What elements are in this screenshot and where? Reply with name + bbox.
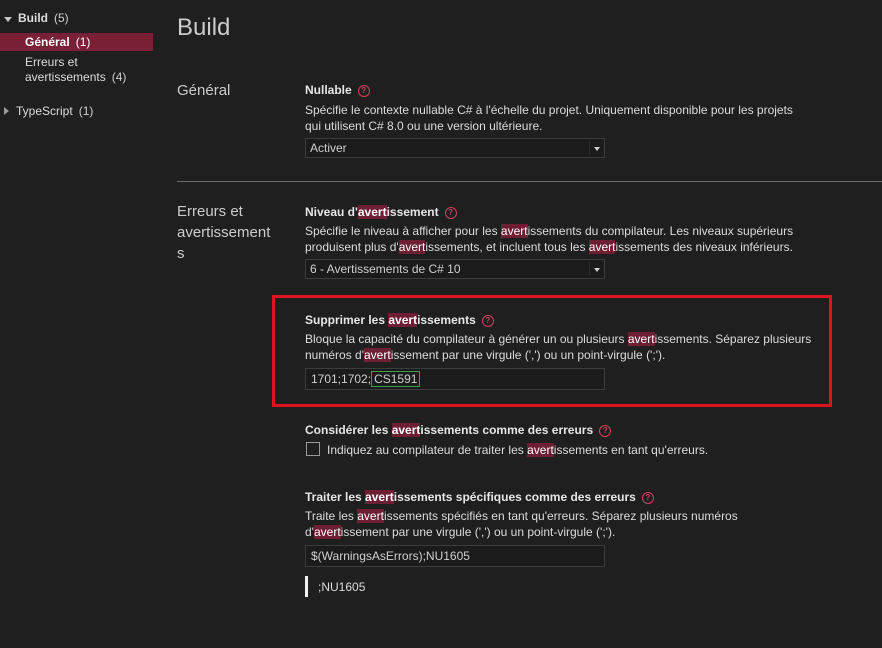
search-highlight: avert [588, 240, 616, 254]
chevron-down-icon[interactable] [594, 147, 600, 151]
desc-text: issement par une virgule (',') ou un poi… [340, 525, 616, 539]
section-label-errors-line3: s [177, 245, 185, 262]
section-label-errors: Erreurs et avertissement s [177, 201, 270, 264]
desc-text: issements des niveaux inférieurs. [615, 240, 793, 254]
desc-text: issements. Séparez plusieurs [654, 332, 812, 346]
nullable-select[interactable]: Activer [305, 138, 605, 158]
nullable-title-text: Nullable [305, 83, 352, 97]
tree-item-errors-warnings[interactable]: Erreurs et avertissements (4) [25, 55, 126, 89]
suppress-warnings-title: Supprimer les avertissements? [305, 313, 494, 327]
suppress-input-edit-token[interactable]: CS1591 [371, 371, 421, 387]
nullable-description: Spécifie le contexte nullable C# à l'éch… [305, 102, 805, 134]
desc-text: produisent plus d' [305, 240, 399, 254]
treat-title-pre: Considérer les [305, 423, 392, 437]
search-highlight: avert [365, 490, 394, 504]
treat-warnings-errors-label[interactable]: Indiquez au compilateur de traiter les a… [327, 442, 708, 458]
desc-text: issements en tant qu'erreurs. [553, 443, 709, 457]
help-icon[interactable]: ? [599, 425, 612, 437]
desc-text: issements du compilateur. Les niveaux su… [527, 224, 794, 238]
warning-level-description: Spécifie le niveau à afficher pour les a… [305, 223, 825, 255]
section-label-errors-line1: Erreurs et [177, 203, 243, 220]
desc-text: Bloque la capacité du compilateur à géné… [305, 332, 628, 346]
suppress-warnings-input[interactable]: 1701;1702; CS1591 [305, 368, 605, 390]
nullable-select-value: Activer [310, 141, 347, 155]
chevron-down-icon[interactable] [4, 17, 12, 22]
suppress-warnings-description: Bloque la capacité du compilateur à géné… [305, 331, 825, 363]
tree-item-general-label: Général [25, 35, 70, 49]
search-highlight: avert [500, 224, 528, 238]
desc-text: numéros d' [305, 348, 364, 362]
warning-level-select-value: 6 - Avertissements de C# 10 [310, 262, 461, 276]
desc-text: Traite les [305, 509, 358, 523]
section-label-general: Général [177, 82, 231, 99]
desc-text: issement par une virgule (',') ou un poi… [390, 348, 666, 362]
edit-indicator-bar [305, 576, 308, 597]
specific-warnings-description: Traite les avertissements spécifiés en t… [305, 508, 825, 540]
tree-item-general[interactable]: Général (1) [0, 33, 153, 51]
tree-item-typescript-label: TypeScript [16, 104, 73, 118]
suppress-input-value: 1701;1702; [311, 372, 372, 386]
select-separator [589, 262, 590, 276]
search-highlight: avert [357, 205, 387, 219]
treat-warnings-errors-title: Considérer les avertissements comme des … [305, 423, 612, 437]
tree-item-general-count: (1) [75, 35, 91, 49]
search-highlight: avert [357, 509, 384, 523]
nullable-desc-line1: Spécifie le contexte nullable C# à l'éch… [305, 103, 793, 117]
section-label-errors-line2: avertissement [177, 224, 271, 241]
warning-level-title-pre: Niveau d' [305, 205, 358, 219]
desc-text: d' [305, 525, 314, 539]
nullable-desc-line2: qui utilisent C# 8.0 ou une version ulté… [305, 119, 543, 133]
chevron-down-icon[interactable] [594, 268, 600, 272]
search-highlight: avert [313, 525, 341, 539]
search-highlight: avert [391, 423, 421, 437]
section-divider [177, 181, 882, 182]
search-highlight: avert [527, 443, 554, 457]
desc-text: Spécifie le niveau à afficher pour les [305, 224, 501, 238]
search-highlight: avert [398, 240, 426, 254]
suppress-title-post: issements [417, 313, 476, 327]
specific-warnings-title: Traiter les avertissements spécifiques c… [305, 490, 654, 504]
help-icon[interactable]: ? [357, 85, 370, 97]
warning-level-title: Niveau d'avertissement? [305, 205, 457, 219]
warning-level-title-post: issement [386, 205, 439, 219]
help-icon[interactable]: ? [641, 492, 654, 504]
specific-warnings-extra: ;NU1605 [318, 580, 366, 594]
nullable-title: Nullable? [305, 83, 370, 97]
specific-title-post: issements spécifiques comme des erreurs [393, 490, 636, 504]
help-icon[interactable]: ? [481, 315, 494, 327]
tree-item-errors-count: (4) [111, 70, 127, 84]
page-title: Build [177, 14, 231, 41]
chevron-right-icon[interactable] [4, 107, 9, 115]
tree-item-build-count: (5) [54, 11, 69, 25]
search-highlight: avert [364, 348, 391, 362]
treat-warnings-errors-checkbox[interactable] [306, 442, 320, 456]
tree-item-typescript-count: (1) [78, 104, 94, 118]
search-highlight: avert [388, 313, 418, 327]
tree-item-build-label: Build [18, 11, 48, 25]
specific-input-value: $(WarningsAsErrors);NU1605 [311, 549, 470, 563]
desc-text: Indiquez au compilateur de traiter les [327, 443, 528, 457]
help-icon[interactable]: ? [444, 207, 457, 219]
tree-item-errors-label-line1: Erreurs et [25, 55, 78, 69]
suppress-title-pre: Supprimer les [305, 313, 389, 327]
specific-warnings-input[interactable]: $(WarningsAsErrors);NU1605 [305, 545, 605, 567]
tree-item-build[interactable]: Build (5) [4, 9, 69, 27]
desc-text: issements, et incluent tous les [425, 240, 589, 254]
tree-item-errors-label-line2: avertissements [25, 70, 106, 84]
treat-title-post: issements comme des erreurs [420, 423, 594, 437]
search-highlight: avert [627, 332, 655, 346]
sidebar: Build (5) Général (1) Erreurs et avertisse… [0, 0, 160, 648]
desc-text: issements spécifiés en tant qu'erreurs. … [383, 509, 738, 523]
select-separator [589, 141, 590, 155]
warning-level-select[interactable]: 6 - Avertissements de C# 10 [305, 259, 605, 279]
specific-title-pre: Traiter les [305, 490, 366, 504]
tree-item-typescript[interactable]: TypeScript (1) [4, 102, 93, 120]
